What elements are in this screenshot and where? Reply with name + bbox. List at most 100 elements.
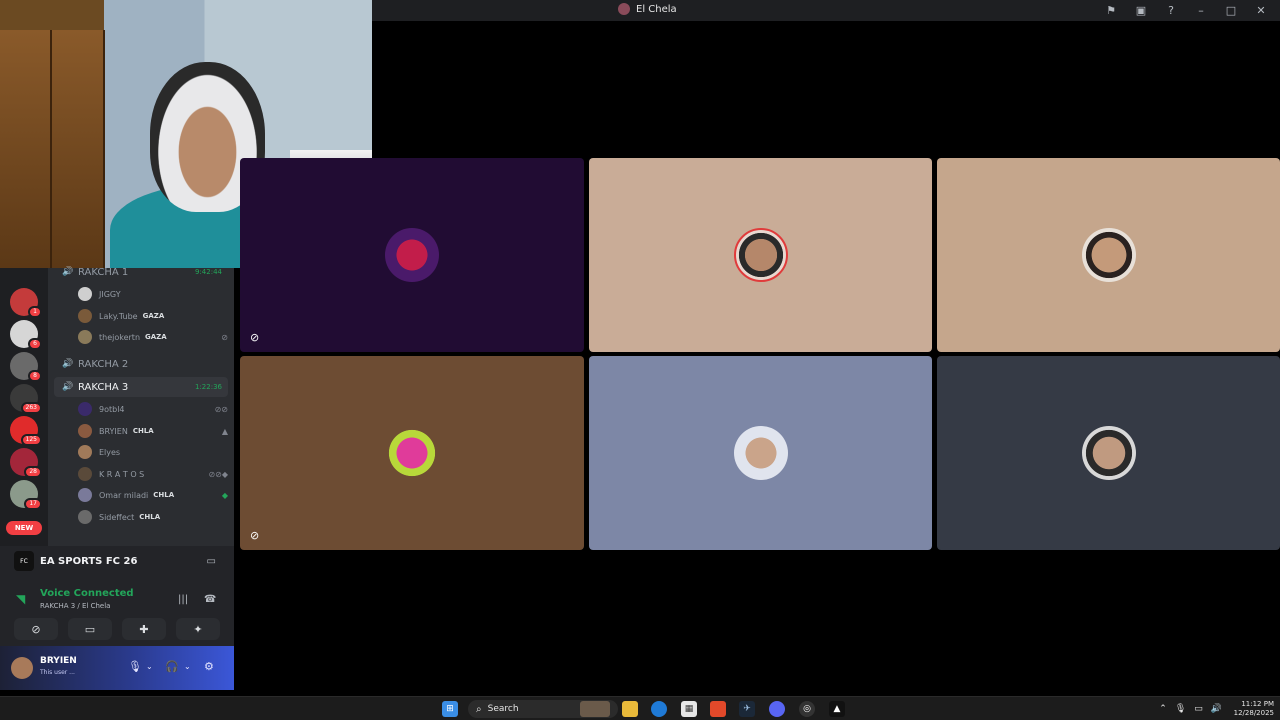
participant-tile[interactable]: ⊘ [240, 356, 584, 550]
server-icon[interactable]: 28 [10, 448, 42, 478]
microphone-icon[interactable]: 🎙 [128, 660, 142, 673]
chevron-down-icon[interactable]: ⌄ [146, 662, 153, 671]
avatar [78, 424, 92, 438]
avatar [78, 467, 92, 481]
chevron-up-icon[interactable]: ⌃ [1159, 704, 1167, 714]
server-icon[interactable]: 17 [10, 480, 42, 510]
voice-connection-panel: ◥ Voice Connected RAKCHA 3 / El Chela ||… [0, 576, 234, 646]
avatar [78, 330, 92, 344]
participant-tile[interactable] [589, 158, 932, 352]
server-icon[interactable]: 263 [10, 384, 42, 414]
server-icon [618, 3, 630, 15]
speaker-icon: 🔊 [62, 382, 74, 392]
mute-icon: ⊘ [221, 332, 228, 342]
avatar [78, 402, 92, 416]
disconnect-icon[interactable]: ☎ [204, 594, 216, 605]
store-icon[interactable]: ▦ [681, 701, 697, 717]
avatar [385, 426, 439, 480]
member-item[interactable]: thejokertn GAZA ⊘ [78, 327, 228, 347]
avatar [733, 426, 788, 480]
server-icon[interactable]: 8 [10, 352, 42, 382]
window-controls: ⚑ ▣ ? – □ ✕ [1096, 0, 1276, 21]
signal-icon: ◥ [16, 592, 26, 606]
system-tray: ⌃ 🎙 ▭ 🔊 11:12 PM 12/28/2025 [1155, 697, 1280, 720]
avatar [78, 488, 92, 502]
voice-status[interactable]: Voice Connected [40, 588, 134, 599]
brave-browser-icon[interactable] [710, 701, 726, 717]
avatar [78, 445, 92, 459]
edge-browser-icon[interactable] [651, 701, 667, 717]
close-button[interactable]: ✕ [1246, 0, 1276, 21]
help-icon[interactable]: ? [1156, 0, 1186, 21]
new-badge[interactable]: NEW [6, 521, 42, 535]
steam-icon[interactable]: ✈ [739, 701, 755, 717]
screen-share-icon[interactable]: ▣ [1126, 0, 1156, 21]
activities-icon: ✚ [139, 622, 149, 636]
microphone-icon[interactable]: 🎙 [1175, 704, 1186, 714]
app-icon[interactable]: ◎ [799, 701, 815, 717]
screen: El Chela ⚑ ▣ ? – □ ✕ 1 6 8 263 125 28 17… [0, 0, 1280, 720]
discord-icon[interactable] [769, 701, 785, 717]
avatar [1081, 426, 1136, 480]
participant-tile[interactable] [589, 356, 932, 550]
minimize-button[interactable]: – [1186, 0, 1216, 21]
member-item[interactable]: Elyes [78, 442, 228, 462]
monitor-icon[interactable]: ▭ [207, 556, 216, 567]
noise-suppression-icon[interactable]: ||| [178, 594, 188, 605]
voice-location[interactable]: RAKCHA 3 / El Chela [40, 602, 110, 610]
clock-time: 11:12 PM [1241, 700, 1274, 708]
display-icon[interactable]: ▭ [1194, 704, 1203, 714]
server-icon[interactable]: 1 [10, 288, 42, 318]
soundboard-button[interactable]: ✦ [176, 618, 220, 640]
voice-channel-rakcha2[interactable]: 🔊 RAKCHA 2 [54, 354, 228, 374]
widgets-icon[interactable] [580, 701, 610, 717]
member-name: Elyes [99, 447, 121, 457]
member-item[interactable]: Laky.Tube GAZA [78, 306, 228, 326]
member-item[interactable]: Omar miladi CHLA ◆ [78, 485, 228, 505]
file-explorer-icon[interactable] [622, 701, 638, 717]
activity-panel[interactable]: FC EA SPORTS FC 26 ▭ [0, 546, 234, 576]
badge: 8 [28, 370, 42, 382]
settings-gear-icon[interactable]: ⚙ [204, 660, 214, 673]
participant-tile[interactable]: ⊘ [240, 158, 584, 352]
camera-off-button[interactable]: ⊘ [14, 618, 58, 640]
member-name: 9otbl4 [99, 404, 125, 414]
participant-tile[interactable] [937, 356, 1280, 550]
search-icon: ⌕ [476, 703, 482, 715]
channel-name: RAKCHA 3 [78, 381, 129, 393]
clock[interactable]: 11:12 PM 12/28/2025 [1226, 700, 1280, 718]
flag-icon[interactable]: ⚑ [1096, 0, 1126, 21]
server-icon[interactable]: 125 [10, 416, 42, 446]
member-item[interactable]: 9otbl4 ⊘⊘ [78, 399, 228, 419]
maximize-button[interactable]: □ [1216, 0, 1246, 21]
member-name: thejokertn [99, 332, 141, 342]
volume-icon[interactable]: 🔊 [1211, 704, 1222, 714]
member-tag: GAZA [145, 333, 167, 341]
member-item[interactable]: JIGGY [78, 284, 228, 304]
voice-channel-rakcha1[interactable]: 🔊 RAKCHA 1 9:42:44 [54, 262, 228, 282]
avatar [78, 510, 92, 524]
game-logo-icon: FC [14, 551, 34, 571]
camera-off-icon: ⊘ [250, 529, 260, 542]
participant-tile[interactable] [937, 158, 1280, 352]
mute-deafen-icon: ⊘⊘◆ [208, 469, 228, 479]
voice-channel-rakcha3[interactable]: 🔊 RAKCHA 3 1:22:36 [54, 377, 228, 397]
chevron-down-icon[interactable]: ⌄ [184, 662, 191, 671]
member-name: BRYIEN [99, 426, 128, 436]
user-name[interactable]: BRYIEN [40, 656, 77, 666]
member-tag: CHLA [139, 513, 161, 521]
user-panel: BRYIEN This user ... 🎙 ⌄ 🎧 ⌄ ⚙ [0, 646, 234, 690]
badge: 6 [28, 338, 42, 350]
screen-share-button[interactable]: ▭ [68, 618, 112, 640]
member-item[interactable]: Sideffect CHLA [78, 507, 228, 527]
headphones-icon[interactable]: 🎧 [165, 660, 179, 673]
badge: 28 [24, 466, 42, 478]
server-icon[interactable]: 6 [10, 320, 42, 350]
ea-fc-icon[interactable]: ▲ [829, 701, 845, 717]
member-item[interactable]: BRYIEN CHLA ▲ [78, 421, 228, 441]
avatar [78, 287, 92, 301]
member-item[interactable]: K R A T O S ⊘⊘◆ [78, 464, 228, 484]
avatar[interactable] [11, 657, 33, 679]
windows-start-icon[interactable]: ⊞ [442, 701, 458, 717]
activities-button[interactable]: ✚ [122, 618, 166, 640]
